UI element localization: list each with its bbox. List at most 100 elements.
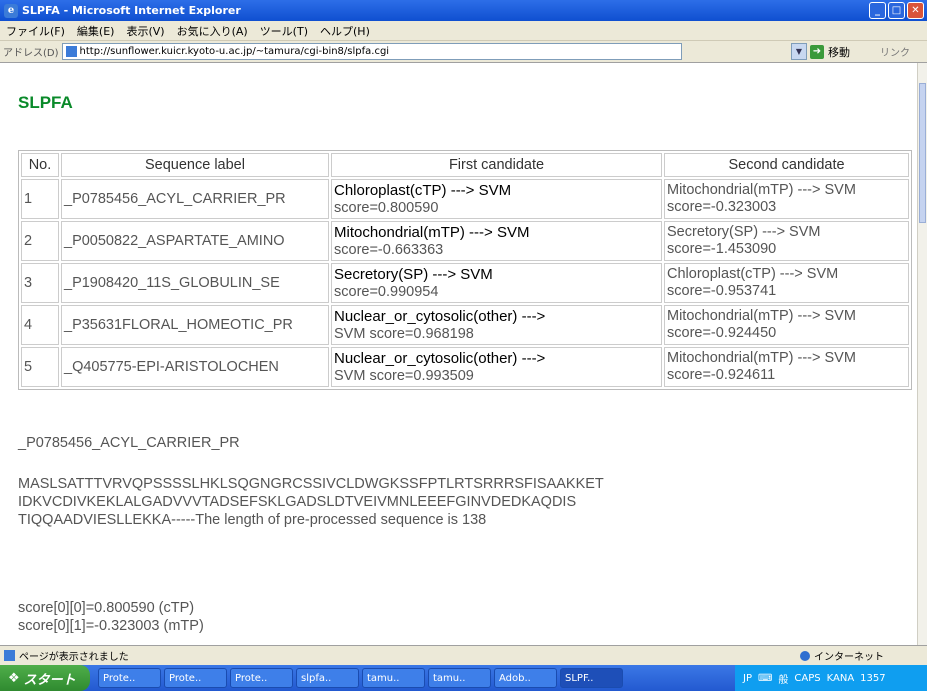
header-second-candidate: Second candidate [664,153,909,177]
second-class: Chloroplast(cTP) ---> SVM [667,266,839,282]
address-label: アドレス(D) [3,48,59,59]
row-no: 3 [21,263,59,303]
keyboard-icon[interactable]: ⌨ [758,673,772,684]
status-message: ページが表示されました [0,648,129,663]
go-arrow-icon: ➜ [810,44,824,59]
second-class: Secretory(SP) ---> SVM [667,224,821,240]
system-tray: JP ⌨ 般 CAPS KANA 1357 [735,665,927,691]
taskbar: ❖ スタート Prote.. Prote.. Prote.. slpfa.. t… [0,665,927,691]
row-first-candidate: Secretory(SP) ---> SVM score=0.990954 [331,263,662,303]
row-label: _Q405775-EPI-ARISTOLOCHEN [61,347,329,387]
menubar: ファイル(F) 編集(E) 表示(V) お気に入り(A) ツール(T) ヘルプ(… [0,21,927,41]
address-input[interactable]: http://sunflower.kuicr.kyoto-u.ac.jp/~ta… [61,43,682,60]
row-label: _P35631FLORAL_HOMEOTIC_PR [61,305,329,345]
menu-favorites[interactable]: お気に入り(A) [171,23,254,39]
row-second-candidate: Mitochondrial(mTP) ---> SVM score=-0.3230… [664,179,909,219]
first-class: Secretory(SP) ---> SVM [334,265,493,283]
row-first-candidate: Mitochondrial(mTP) ---> SVM score=-0.6633… [331,221,662,261]
ie-icon: e [4,3,18,18]
first-score: score=0.990954 [334,283,439,300]
go-button[interactable]: ➜ 移動 [810,44,850,60]
row-second-candidate: Chloroplast(cTP) ---> SVM score=-0.953741 [664,263,909,303]
address-url: http://sunflower.kuicr.kyoto-u.ac.jp/~ta… [79,46,390,57]
sequence-line: TIQQAADVIESLLEKKA-----The length of pre-… [18,512,487,528]
row-no: 1 [21,179,59,219]
second-score: score=-0.924611 [667,367,776,383]
vertical-scrollbar[interactable] [917,63,927,645]
task-button[interactable]: slpfa.. [296,668,359,688]
menu-edit[interactable]: 編集(E) [71,23,121,39]
task-button[interactable]: Adob.. [494,668,557,688]
zone-label: インターネット [814,652,884,663]
row-first-candidate: Chloroplast(cTP) ---> SVM score=0.800590 [331,179,662,219]
table-row: 4 _P35631FLORAL_HOMEOTIC_PR Nuclear_or_c… [21,305,909,345]
first-score: score=-0.663363 [334,241,444,258]
task-button[interactable]: Prote.. [164,668,227,688]
kana-indicator: KANA [826,672,855,684]
score-line: score[0][1]=-0.323003 (mTP) [18,618,204,634]
detail-sequence-label: _P0785456_ACYL_CARRIER_PR [18,435,240,451]
row-label: _P0785456_ACYL_CARRIER_PR [61,179,329,219]
header-first-candidate: First candidate [331,153,662,177]
start-button[interactable]: ❖ スタート [0,665,90,691]
row-no: 2 [21,221,59,261]
sequence-line: IDKVCDIVKEKLALGADVVVTADSEFSKLGADSLDTVEIV… [18,494,577,510]
row-second-candidate: Secretory(SP) ---> SVM score=-1.453090 [664,221,909,261]
ime-indicator[interactable]: JP [743,673,752,684]
close-button[interactable]: ✕ [907,2,924,19]
clock[interactable]: 1357 [860,673,885,684]
first-class: Mitochondrial(mTP) ---> SVM [334,223,530,241]
table-row: 2 _P0050822_ASPARTATE_AMINO Mitochondria… [21,221,909,261]
table-row: 3 _P1908420_11S_GLOBULIN_SE Secretory(SP… [21,263,909,303]
table-row: 5 _Q405775-EPI-ARISTOLOCHEN Nuclear_or_c… [21,347,909,387]
window-title: SLPFA - Microsoft Internet Explorer [22,4,241,17]
row-label: _P1908420_11S_GLOBULIN_SE [61,263,329,303]
first-score: SVM score=0.993509 [334,367,474,384]
row-second-candidate: Mitochondrial(mTP) ---> SVM score=-0.9244… [664,305,909,345]
menu-tools[interactable]: ツール(T) [254,23,314,39]
row-label: _P0050822_ASPARTATE_AMINO [61,221,329,261]
globe-icon [800,650,810,661]
task-button[interactable]: Prote.. [98,668,161,688]
first-class: Nuclear_or_cytosolic(other) ---> [334,349,546,367]
row-second-candidate: Mitochondrial(mTP) ---> SVM score=-0.9246… [664,347,909,387]
sequence-line: MASLSATTTVRVQPSSSSLHKLSQGNGRCSSIVCLDWGKS… [18,476,604,492]
window-titlebar: e SLPFA - Microsoft Internet Explorer _ … [0,0,927,21]
ime-mode[interactable]: 般 [778,671,788,686]
task-button[interactable]: SLPF.. [560,668,623,688]
row-first-candidate: Nuclear_or_cytosolic(other) ---> SVM scor… [331,347,662,387]
minimize-button[interactable]: _ [869,2,886,19]
second-score: score=-0.953741 [667,283,777,299]
task-button[interactable]: tamu.. [428,668,491,688]
first-score: score=0.800590 [334,199,439,216]
task-button[interactable]: tamu.. [362,668,425,688]
task-button[interactable]: Prote.. [230,668,293,688]
security-zone: インターネット [800,648,884,663]
header-sequence-label: Sequence label [61,153,329,177]
second-score: score=-0.924450 [667,325,777,341]
menu-file[interactable]: ファイル(F) [0,23,71,39]
first-class: Chloroplast(cTP) ---> SVM [334,181,512,199]
first-class: Nuclear_or_cytosolic(other) ---> [334,307,546,325]
page-done-icon [4,650,15,661]
second-score: score=-0.323003 [667,199,777,215]
sequence-text: MASLSATTTVRVQPSSSSLHKLSQGNGRCSSIVCLDWGKS… [18,475,604,529]
maximize-button[interactable]: □ [888,2,905,19]
links-label[interactable]: リンク [880,44,910,59]
score-line: score[0][0]=0.800590 (cTP) [18,600,195,616]
page-content: SLPFA No. Sequence label First candidate… [0,63,917,645]
first-score: SVM score=0.968198 [334,325,474,342]
go-label: 移動 [828,45,850,59]
second-score: score=-1.453090 [667,241,777,257]
scrollbar-thumb[interactable] [919,83,926,223]
task-buttons: Prote.. Prote.. Prote.. slpfa.. tamu.. t… [98,668,623,688]
header-no: No. [21,153,59,177]
menu-view[interactable]: 表示(V) [120,23,170,39]
start-label: スタート [23,672,76,688]
windows-logo-icon: ❖ [8,670,20,686]
menu-help[interactable]: ヘルプ(H) [314,23,376,39]
address-dropdown-icon[interactable]: ▼ [791,43,807,60]
second-class: Mitochondrial(mTP) ---> SVM [667,350,856,366]
table-header-row: No. Sequence label First candidate Secon… [21,153,909,177]
address-bar: アドレス(D) http://sunflower.kuicr.kyoto-u.a… [0,41,927,63]
